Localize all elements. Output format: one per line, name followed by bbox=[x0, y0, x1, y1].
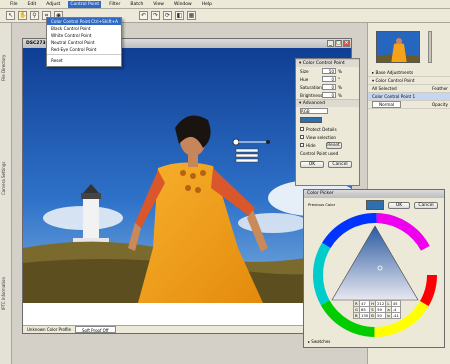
menu-control-point[interactable]: Control Point bbox=[68, 0, 102, 8]
base-adjustments-row[interactable]: ▸ Base Adjustments bbox=[368, 69, 450, 77]
menu-edit[interactable]: Edit bbox=[26, 1, 39, 8]
undo-icon[interactable]: ↶ bbox=[139, 11, 148, 20]
h-value[interactable]: 212 bbox=[375, 300, 387, 307]
cp-row-brightness: Brightness 0% bbox=[300, 92, 342, 98]
previous-color-label: Previous Color bbox=[308, 202, 336, 207]
brightness-field[interactable]: 0 bbox=[322, 92, 336, 98]
swatches-toggle[interactable]: ▸ Swatches bbox=[308, 339, 330, 344]
color-swatch[interactable] bbox=[300, 117, 322, 123]
all-selected-row[interactable]: All Selected Feather bbox=[368, 85, 450, 93]
b-value[interactable]: 130 bbox=[358, 312, 371, 319]
menu-window[interactable]: Window bbox=[172, 1, 194, 8]
thumbnail-image bbox=[377, 32, 419, 62]
arrow-icon[interactable]: ↖ bbox=[6, 11, 15, 20]
tab-file-directory[interactable]: File Directory bbox=[1, 43, 11, 93]
checkbox-icon bbox=[300, 143, 304, 147]
soft-proof-select[interactable]: Soft Proof Off bbox=[75, 326, 116, 333]
color-profile-label: Unknown Color Profile bbox=[27, 327, 71, 332]
cp-panel-buttons: OK Cancel bbox=[296, 157, 359, 172]
menu-item-redeye-cp[interactable]: Red-Eye Control Point bbox=[47, 46, 121, 53]
menu-item-white-cp[interactable]: White Control Point bbox=[47, 32, 121, 39]
zoom-icon[interactable]: ⚲ bbox=[30, 11, 39, 20]
image-status-bar: Unknown Color Profile Soft Proof Off bbox=[23, 325, 351, 333]
minimize-icon[interactable]: _ bbox=[327, 40, 334, 47]
cp-row-saturation: Saturation 0% bbox=[300, 84, 342, 90]
hide-row[interactable]: Hide Reset bbox=[296, 141, 359, 149]
brightness-value[interactable]: 50 bbox=[375, 312, 387, 319]
cancel-button[interactable]: Cancel bbox=[328, 161, 352, 168]
reset-button[interactable]: Reset bbox=[325, 141, 342, 149]
control-point-panel: ▾ Color Control Point Size 50% Hue 0 ° Satu… bbox=[295, 58, 360, 186]
view-selection-row[interactable]: View selection bbox=[296, 133, 359, 141]
menu-adjust[interactable]: Adjust bbox=[44, 1, 62, 8]
advanced-section[interactable]: ▾ Advanced bbox=[296, 99, 359, 107]
menu-batch[interactable]: Batch bbox=[128, 1, 145, 8]
cp-row-hue: Hue 0 ° bbox=[300, 76, 341, 82]
picker-cancel-button[interactable]: Cancel bbox=[414, 202, 438, 209]
menu-item-neutral-cp[interactable]: Neutral Control Point bbox=[47, 39, 121, 46]
size-field[interactable]: 50 bbox=[322, 68, 336, 74]
menu-filter[interactable]: Filter bbox=[107, 1, 122, 8]
close-icon[interactable]: × bbox=[343, 40, 350, 47]
menu-bar: File Edit Adjust Control Point Filter Ba… bbox=[0, 0, 450, 9]
left-sidebar: File Directory Camera Settings IPTC Info… bbox=[0, 23, 12, 364]
ok-button[interactable]: OK bbox=[300, 161, 324, 168]
menu-help[interactable]: Help bbox=[200, 1, 214, 8]
mode-row: RGB bbox=[296, 107, 359, 115]
tab-iptc-info[interactable]: IPTC Information bbox=[1, 268, 11, 318]
menu-view[interactable]: View bbox=[151, 1, 166, 8]
menu-separator bbox=[47, 53, 121, 55]
cp-used-footer: Control Point used bbox=[300, 150, 339, 156]
color-picker-title: Color Picker bbox=[304, 190, 444, 198]
menu-item-black-cp[interactable]: Black Control Point bbox=[47, 25, 121, 32]
menu-item-color-cp[interactable]: Color Control Point Ctrl+Shift+A bbox=[47, 18, 121, 25]
redo-icon[interactable]: ↷ bbox=[151, 11, 160, 20]
cp-row-size: Size 50% bbox=[300, 68, 342, 74]
picker-ok-button[interactable]: OK bbox=[388, 202, 410, 209]
protect-details-row[interactable]: Protect Details bbox=[296, 125, 359, 133]
color-values-table: R 47 H 212 L 45 G 85 S 59 a -4 B 130 B 50 b -41 bbox=[353, 300, 401, 319]
blend-mode-row[interactable]: Normal Opacity bbox=[368, 101, 450, 109]
hand-icon[interactable]: ✋ bbox=[18, 11, 27, 20]
saturation-field[interactable]: 0 bbox=[322, 84, 336, 90]
color-cp-1-row[interactable]: Color Control Point 1 bbox=[368, 93, 450, 101]
color-wheel[interactable] bbox=[312, 212, 438, 338]
current-color-swatch bbox=[366, 200, 384, 210]
lab-b-value[interactable]: -41 bbox=[390, 312, 401, 319]
checkbox-icon bbox=[300, 127, 304, 131]
menu-file[interactable]: File bbox=[8, 1, 20, 8]
menu-item-reset[interactable]: Reset bbox=[47, 57, 121, 64]
zoom-slider[interactable] bbox=[428, 31, 432, 63]
compare-icon[interactable]: ◧ bbox=[175, 11, 184, 20]
hue-field[interactable]: 0 bbox=[322, 76, 336, 82]
color-picker-dialog: Color Picker Previous Color OK Cancel R4… bbox=[303, 189, 445, 348]
maximize-icon[interactable]: □ bbox=[335, 40, 342, 47]
cp-panel-title[interactable]: ▾ Color Control Point bbox=[296, 59, 359, 67]
rotate-icon[interactable]: ⟳ bbox=[163, 11, 172, 20]
color-cp-row[interactable]: ▾ Color Control Point bbox=[368, 77, 450, 85]
mode-select[interactable]: RGB bbox=[300, 108, 328, 114]
tab-camera-settings[interactable]: Camera Settings bbox=[1, 153, 11, 203]
grid-icon[interactable]: ▦ bbox=[187, 11, 196, 20]
navigator-thumbnail[interactable] bbox=[376, 31, 420, 63]
checkbox-icon bbox=[300, 135, 304, 139]
control-point-menu: Color Control Point Ctrl+Shift+A Black Co… bbox=[46, 17, 122, 67]
